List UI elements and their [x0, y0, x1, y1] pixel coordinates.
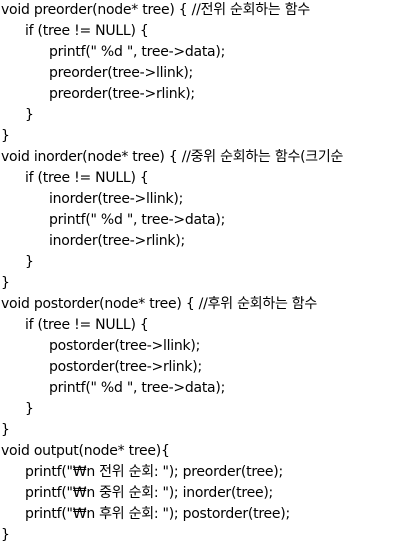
code-line-inorder-right-call: inorder(tree->rlink);	[49, 233, 185, 249]
code-line-preorder-signature: void preorder(node* tree) { //전위 순회하는 함수	[1, 2, 311, 18]
code-line-postorder-close: }	[1, 422, 10, 438]
code-line-inorder-close: }	[1, 275, 10, 291]
code-line-inorder-signature: void inorder(node* tree) { //중위 순회하는 함수(…	[1, 149, 344, 165]
code-line-preorder-if-close: }	[25, 107, 34, 123]
code-line-output-inorder: printf("₩n 중위 순회: "); inorder(tree);	[25, 485, 273, 501]
code-line-output-signature: void output(node* tree){	[1, 443, 170, 459]
code-line-preorder-right-call: preorder(tree->rlink);	[49, 86, 195, 102]
code-line-postorder-left-call: postorder(tree->llink);	[49, 338, 201, 354]
code-line-postorder-if-close: }	[25, 401, 34, 417]
code-line-inorder-left-call: inorder(tree->llink);	[49, 191, 184, 207]
code-line-output-postorder: printf("₩n 후위 순회: "); postorder(tree);	[25, 506, 290, 522]
code-line-postorder-printf: printf(" %d ", tree->data);	[49, 380, 226, 396]
code-line-inorder-if-close: }	[25, 254, 34, 270]
code-line-preorder-printf: printf(" %d ", tree->data);	[49, 44, 226, 60]
code-line-preorder-close: }	[1, 128, 10, 144]
code-listing: void preorder(node* tree) { //전위 순회하는 함수…	[1, 0, 402, 547]
code-line-inorder-printf: printf(" %d ", tree->data);	[49, 212, 226, 228]
code-line-postorder-if: if (tree != NULL) {	[25, 317, 149, 333]
code-line-preorder-left-call: preorder(tree->llink);	[49, 65, 194, 81]
code-line-output-preorder: printf("₩n 전위 순회: "); preorder(tree);	[25, 464, 283, 480]
code-line-output-close: }	[1, 527, 10, 543]
code-line-postorder-right-call: postorder(tree->rlink);	[49, 359, 202, 375]
code-line-postorder-signature: void postorder(node* tree) { //후위 순회하는 함…	[1, 296, 318, 312]
code-line-preorder-if: if (tree != NULL) {	[25, 23, 149, 39]
code-line-inorder-if: if (tree != NULL) {	[25, 170, 149, 186]
